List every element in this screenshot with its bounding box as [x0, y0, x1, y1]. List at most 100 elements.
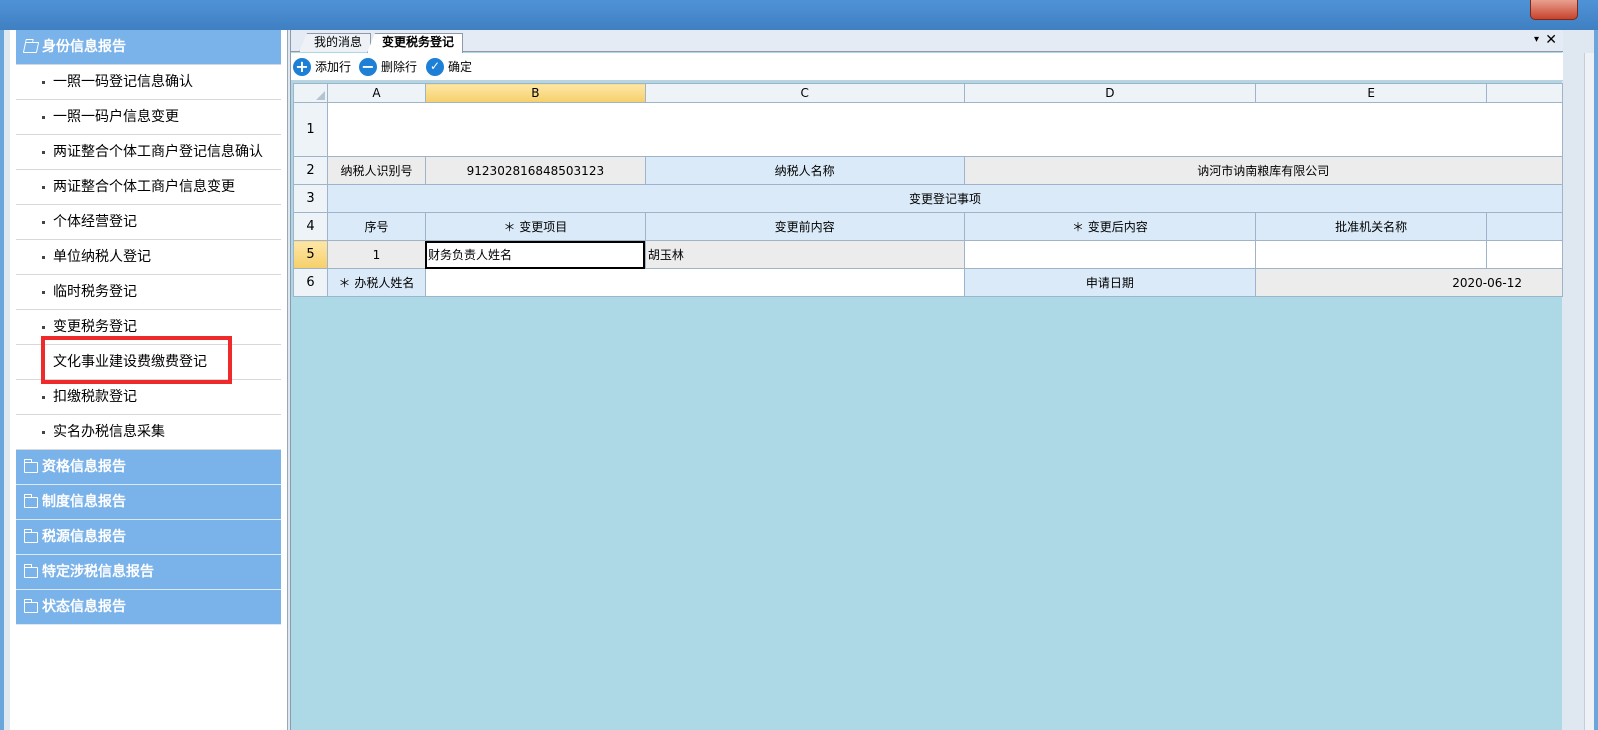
row-header[interactable]: 1	[293, 102, 328, 157]
sidebar-group-specific[interactable]: 特定涉税信息报告	[16, 555, 281, 590]
sidebar-item-7[interactable]: 临时税务登记	[16, 275, 281, 310]
sidebar-item-6[interactable]: 单位纳税人登记	[16, 240, 281, 275]
after-content-cell[interactable]	[963, 240, 1257, 269]
sidebar-item-label: 单位纳税人登记	[53, 249, 151, 265]
sidebar-item-3[interactable]: 两证整合个体工商户登记信息确认	[16, 135, 281, 170]
sidebar-item-4[interactable]: 两证整合个体工商户信息变更	[16, 170, 281, 205]
blank-cell[interactable]	[326, 102, 1564, 157]
row-header[interactable]: 2	[293, 156, 328, 185]
column-header-e[interactable]: E	[1255, 83, 1488, 103]
after-content-header: ＊ 变更后内容	[963, 212, 1257, 241]
sidebar-item-label: 两证整合个体工商户登记信息确认	[53, 144, 263, 160]
apply-date-value: 2020-06-12	[1255, 268, 1563, 297]
sidebar-group-status[interactable]: 状态信息报告	[16, 590, 281, 625]
registration-grid: A B C D E 1 2 纳税人识别号 912302816848503123 …	[293, 83, 1564, 297]
checkmark-circle-icon: ✓	[426, 58, 444, 76]
sidebar-item-11[interactable]: 实名办税信息采集	[16, 415, 281, 450]
sidebar-item-label: 一照一码户信息变更	[53, 109, 179, 125]
folder-icon	[24, 564, 38, 578]
folder-icon	[24, 494, 38, 508]
toolbar: + 添加行 − 删除行 ✓ 确定	[291, 53, 1563, 81]
minus-circle-icon: −	[359, 58, 377, 76]
spreadsheet: A B C D E 1 2 纳税人识别号 912302816848503123 …	[293, 83, 1564, 730]
sidebar-group-identity[interactable]: 身份信息报告	[16, 30, 281, 65]
sidebar-item-label: 临时税务登记	[53, 284, 137, 300]
sidebar-group-qualification[interactable]: 资格信息报告	[16, 450, 281, 485]
sidebar-item-2[interactable]: 一照一码户信息变更	[16, 100, 281, 135]
table-row: 4 序号 ＊ 变更项目 变更前内容 ＊ 变更后内容 批准机关名称	[293, 212, 1563, 241]
plus-circle-icon: +	[293, 58, 311, 76]
extra-cell[interactable]	[1486, 240, 1563, 269]
seq-header: 序号	[326, 212, 426, 241]
confirm-button[interactable]: ✓ 确定	[426, 57, 472, 77]
sidebar-group-label: 特定涉税信息报告	[42, 564, 154, 580]
bullet-icon	[42, 326, 45, 329]
table-row: 1	[293, 102, 1564, 157]
vertical-scrollbar[interactable]	[1584, 53, 1594, 730]
folder-icon	[24, 599, 38, 613]
row-header[interactable]: 4	[293, 212, 328, 241]
extra-header	[1486, 212, 1563, 241]
tab-change-tax-registration[interactable]: 变更税务登记	[367, 33, 464, 53]
tab-close-icon[interactable]: ✕	[1545, 32, 1557, 48]
row-header[interactable]: 3	[293, 184, 328, 213]
sidebar-item-change-tax-registration[interactable]: 变更税务登记	[16, 310, 281, 345]
sidebar-item-10[interactable]: 扣缴税款登记	[16, 380, 281, 415]
table-row: 3 变更登记事项	[293, 184, 1564, 213]
window-titlebar	[0, 0, 1598, 30]
change-item-header: ＊ 变更项目	[424, 212, 646, 241]
column-header-b[interactable]: B	[424, 83, 646, 103]
tab-bar: 我的消息 变更税务登记 ▾ ✕	[291, 30, 1563, 53]
sidebar-group-tax-source[interactable]: 税源信息报告	[16, 520, 281, 555]
tab-my-messages[interactable]: 我的消息	[299, 33, 372, 52]
taxpayer-name-value: 讷河市讷南粮库有限公司	[963, 156, 1563, 185]
authority-cell[interactable]	[1255, 240, 1488, 269]
add-row-button[interactable]: + 添加行	[293, 57, 351, 77]
sidebar-item-label: 个体经营登记	[53, 214, 137, 230]
sidebar-item-1[interactable]: 一照一码登记信息确认	[16, 65, 281, 100]
apply-date-label: 申请日期	[963, 268, 1257, 297]
bullet-icon	[42, 186, 45, 189]
bullet-icon	[42, 221, 45, 224]
sidebar-item-label: 两证整合个体工商户信息变更	[53, 179, 235, 195]
taxpayer-id-value: 912302816848503123	[424, 156, 646, 185]
bullet-icon	[42, 256, 45, 259]
sidebar: 身份信息报告 一照一码登记信息确认 一照一码户信息变更 两证整合个体工商户登记信…	[10, 30, 288, 730]
row-header[interactable]: 6	[293, 268, 328, 297]
authority-header: 批准机关名称	[1255, 212, 1488, 241]
sidebar-item-label: 文化事业建设费缴费登记	[53, 354, 207, 370]
sidebar-group-label: 状态信息报告	[42, 599, 126, 615]
sidebar-item-9[interactable]: 文化事业建设费缴费登记	[16, 345, 281, 380]
window-close-button[interactable]	[1530, 0, 1578, 20]
column-header-a[interactable]: A	[326, 83, 426, 103]
bullet-icon	[42, 116, 45, 119]
delete-row-button[interactable]: − 删除行	[359, 57, 417, 77]
main-panel: 我的消息 变更税务登记 ▾ ✕ + 添加行 − 删除行 ✓ 确定 A B C D…	[290, 30, 1564, 730]
change-item-cell[interactable]: 财务负责人姓名	[424, 240, 646, 269]
taxpayer-name-label: 纳税人名称	[644, 156, 965, 185]
row-header[interactable]: 5	[293, 240, 328, 269]
column-header-d[interactable]: D	[963, 83, 1257, 103]
handler-name-input[interactable]	[424, 268, 965, 297]
sidebar-item-label: 一照一码登记信息确认	[53, 74, 193, 90]
select-all-corner[interactable]	[293, 83, 328, 103]
before-content-header: 变更前内容	[644, 212, 965, 241]
app-frame: 身份信息报告 一照一码登记信息确认 一照一码户信息变更 两证整合个体工商户登记信…	[4, 30, 1594, 730]
sidebar-group-policy[interactable]: 制度信息报告	[16, 485, 281, 520]
seq-cell: 1	[326, 240, 426, 269]
bullet-icon	[42, 396, 45, 399]
bullet-icon	[42, 431, 45, 434]
column-header-c[interactable]: C	[644, 83, 965, 103]
section-title: 变更登记事项	[326, 184, 1564, 213]
delete-row-label: 删除行	[381, 60, 418, 74]
bullet-icon	[42, 151, 45, 154]
sidebar-group-label: 税源信息报告	[42, 529, 126, 545]
folder-icon	[24, 529, 38, 543]
sidebar-item-5[interactable]: 个体经营登记	[16, 205, 281, 240]
column-header-f[interactable]	[1486, 83, 1563, 103]
folder-open-icon	[22, 42, 40, 53]
table-row: 2 纳税人识别号 912302816848503123 纳税人名称 讷河市讷南粮…	[293, 156, 1563, 185]
bullet-icon	[42, 81, 45, 84]
confirm-label: 确定	[448, 60, 473, 74]
tab-menu-icon[interactable]: ▾	[1534, 34, 1539, 45]
